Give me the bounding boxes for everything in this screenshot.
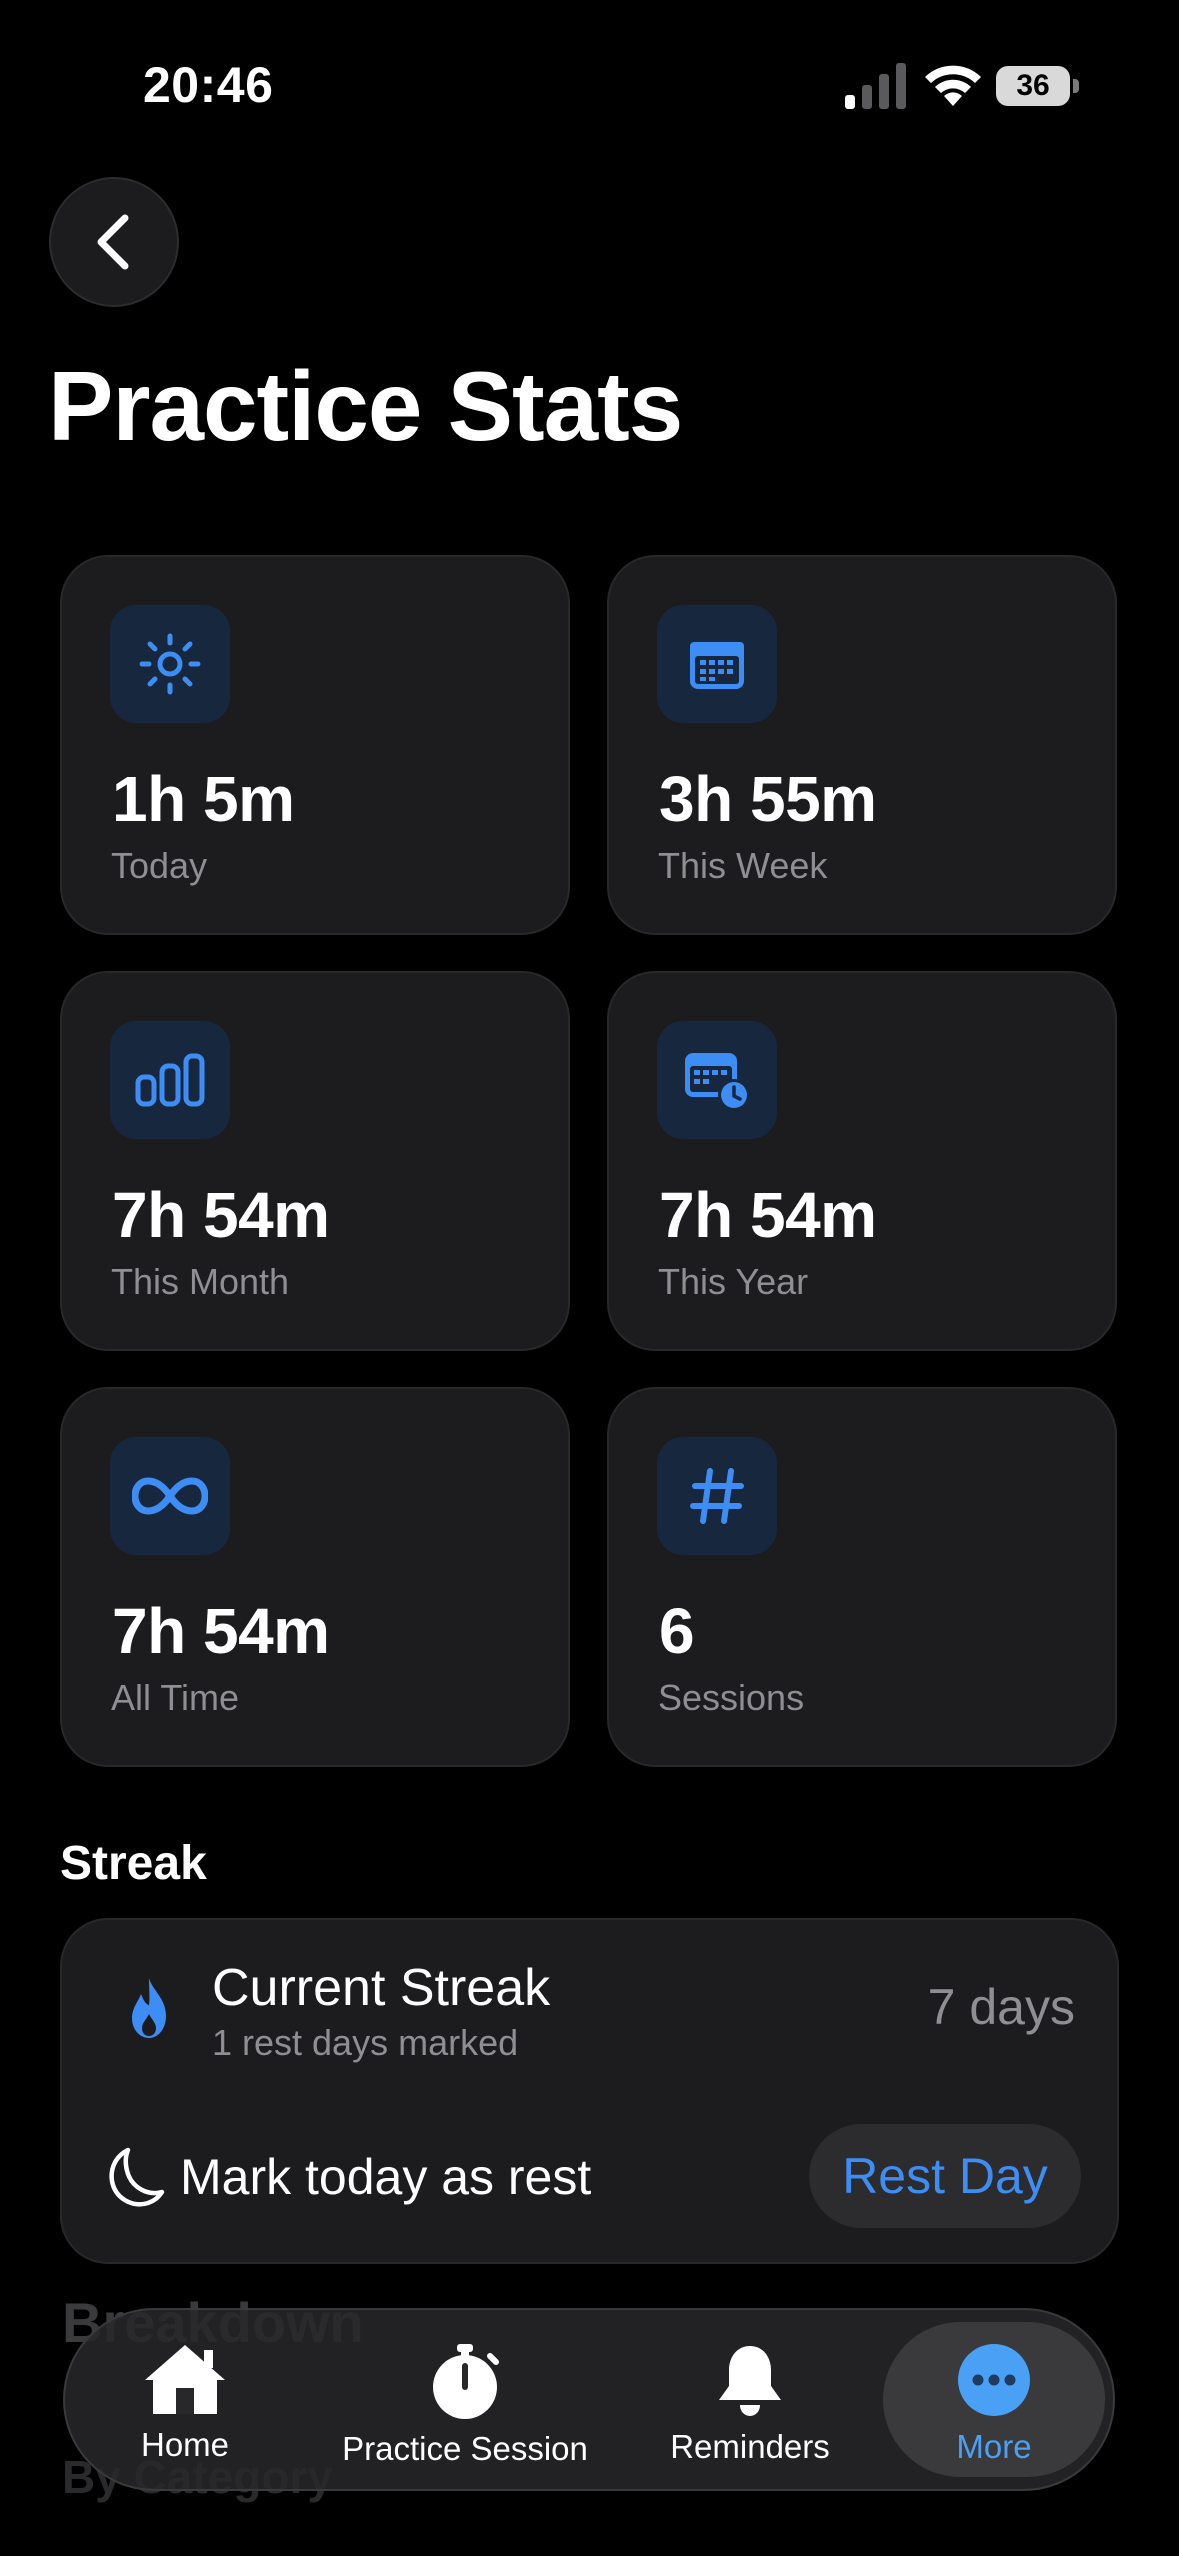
bell-icon: [719, 2346, 781, 2416]
back-button[interactable]: [49, 177, 179, 307]
stat-value: 1h 5m: [112, 763, 295, 835]
flame-icon: [132, 1978, 166, 2038]
rest-prompt: Mark today as rest: [180, 2149, 592, 2205]
bar-chart-icon: [110, 1021, 230, 1139]
tab-home[interactable]: Home: [125, 2310, 245, 2489]
moon-icon: [109, 2147, 165, 2207]
stat-card-all-time: 7h 54m All Time: [60, 1387, 570, 1767]
tab-label: Reminders: [670, 2428, 830, 2465]
infinity-icon: [110, 1437, 230, 1555]
sun-icon: [110, 605, 230, 723]
streak-subtitle: 1 rest days marked: [212, 2022, 519, 2063]
stat-value: 7h 54m: [112, 1595, 330, 1667]
stat-label: All Time: [111, 1677, 240, 1718]
tab-reminders[interactable]: Reminders: [670, 2310, 830, 2489]
cellular-signal-icon: [845, 63, 906, 109]
battery-icon: 36: [996, 66, 1080, 106]
stopwatch-icon: [433, 2344, 499, 2419]
tab-label: Practice Session: [342, 2430, 588, 2467]
tab-more[interactable]: More: [924, 2310, 1064, 2489]
hash-icon: [657, 1437, 777, 1555]
stat-card-this-week: 3h 55m This Week: [607, 555, 1117, 935]
stat-value: 6: [659, 1595, 695, 1667]
tab-bar: Home Practice Session Reminders More: [63, 2308, 1115, 2491]
stat-label: This Year: [658, 1261, 809, 1302]
status-time: 20:46: [143, 57, 274, 113]
tab-practice-session[interactable]: Practice Session: [335, 2310, 595, 2489]
more-icon: [958, 2344, 1030, 2416]
stat-card-today: 1h 5m Today: [60, 555, 570, 935]
calendar-clock-icon: [657, 1021, 777, 1139]
stat-card-sessions: 6 Sessions: [607, 1387, 1117, 1767]
page-title: Practice Stats: [48, 351, 683, 461]
battery-level: 36: [996, 66, 1070, 106]
streak-section-title: Streak: [60, 1837, 207, 1890]
streak-card: Current Streak 1 rest days marked 7 days…: [60, 1918, 1119, 2264]
calendar-icon: [657, 605, 777, 723]
tab-label: Home: [140, 2426, 230, 2463]
home-icon: [145, 2345, 225, 2414]
stat-label: Sessions: [658, 1677, 805, 1718]
stat-value: 3h 55m: [659, 763, 877, 835]
streak-days: 7 days: [927, 1979, 1075, 2035]
stat-value: 7h 54m: [112, 1179, 330, 1251]
stat-label: This Month: [111, 1261, 290, 1302]
stat-label: Today: [111, 845, 208, 886]
status-bar: 20:46 36: [0, 0, 1179, 170]
stat-card-this-month: 7h 54m This Month: [60, 971, 570, 1351]
rest-day-button[interactable]: Rest Day: [809, 2124, 1081, 2228]
stat-label: This Week: [658, 845, 828, 886]
stat-value: 7h 54m: [659, 1179, 877, 1251]
chevron-left-icon: [97, 214, 129, 270]
wifi-icon: [925, 65, 981, 106]
streak-title: Current Streak: [212, 1959, 551, 2017]
stat-card-this-year: 7h 54m This Year: [607, 971, 1117, 1351]
tab-label: More: [956, 2428, 1032, 2465]
